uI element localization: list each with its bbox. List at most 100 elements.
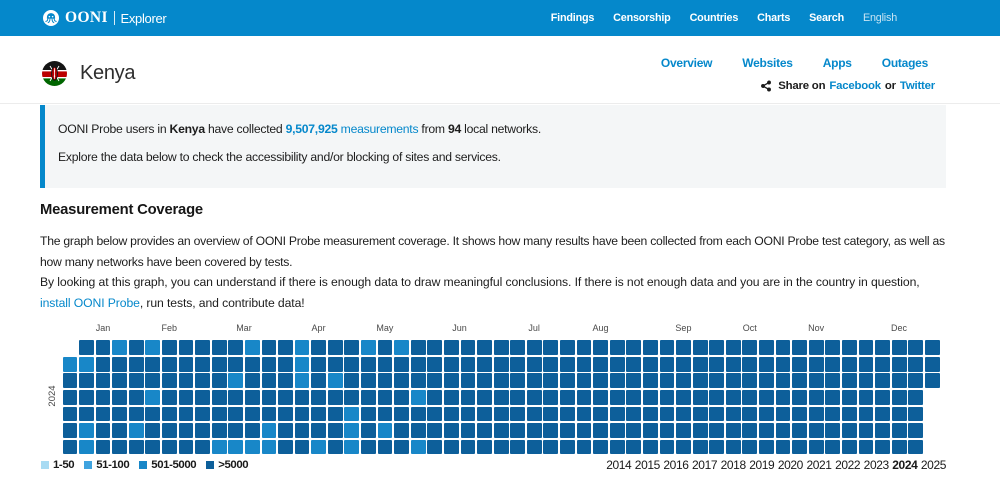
heatmap-cell <box>477 340 492 355</box>
heatmap-month-label: Jun <box>452 323 467 333</box>
heatmap-month-label: Aug <box>593 323 609 333</box>
heatmap-cell <box>510 390 525 405</box>
heatmap-cell <box>510 373 525 388</box>
year-option-2016[interactable]: 2016 <box>663 458 688 472</box>
heatmap-cell <box>378 340 393 355</box>
heatmap-cell <box>179 340 194 355</box>
heatmap-cell <box>792 423 807 438</box>
heatmap-cell <box>378 423 393 438</box>
heatmap-cell <box>577 440 592 455</box>
year-option-2022[interactable]: 2022 <box>835 458 860 472</box>
heatmap-cell <box>461 340 476 355</box>
heatmap-cell <box>262 340 277 355</box>
heatmap-month-label: Oct <box>743 323 757 333</box>
year-option-2021[interactable]: 2021 <box>806 458 831 472</box>
year-option-2019[interactable]: 2019 <box>749 458 774 472</box>
heatmap-cell <box>295 407 310 422</box>
heatmap-cell <box>626 340 641 355</box>
heatmap-cell <box>162 423 177 438</box>
brand-name: OONI <box>65 10 108 26</box>
language-selector[interactable]: English <box>863 13 897 24</box>
heatmap-cell <box>179 423 194 438</box>
heatmap-cell <box>742 407 757 422</box>
heatmap-cell <box>610 423 625 438</box>
ooni-logo-icon <box>43 10 59 26</box>
tab-overview[interactable]: Overview <box>661 56 712 70</box>
heatmap-cell <box>444 373 459 388</box>
heatmap-cell <box>411 423 426 438</box>
heatmap-cell <box>179 373 194 388</box>
heatmap-month-axis: JanFebMarAprMayJunJulAugSepOctNovDec <box>63 323 947 336</box>
heatmap-cell <box>510 340 525 355</box>
heatmap-cell <box>162 440 177 455</box>
heatmap-cell <box>792 373 807 388</box>
heatmap-cell <box>262 373 277 388</box>
heatmap-cell <box>825 357 840 372</box>
heatmap-cell <box>295 440 310 455</box>
heatmap-cell <box>825 340 840 355</box>
heatmap-cell <box>875 423 890 438</box>
heatmap-cell <box>361 440 376 455</box>
heatmap-cell <box>809 440 824 455</box>
nav-item-findings[interactable]: Findings <box>551 13 594 24</box>
heatmap-cell <box>195 390 210 405</box>
heatmap-cell <box>825 390 840 405</box>
heatmap-cell <box>427 373 442 388</box>
year-option-2025[interactable]: 2025 <box>921 458 946 472</box>
heatmap-cell <box>709 440 724 455</box>
heatmap-cell <box>212 423 227 438</box>
heatmap-cell <box>560 340 575 355</box>
heatmap-cell <box>660 357 675 372</box>
nav-item-countries[interactable]: Countries <box>690 13 739 24</box>
heatmap-cell <box>477 390 492 405</box>
share-facebook-link[interactable]: Facebook <box>829 80 881 92</box>
nav-item-search[interactable]: Search <box>809 13 844 24</box>
share-twitter-link[interactable]: Twitter <box>900 80 935 92</box>
heatmap-cell <box>726 357 741 372</box>
summary-network-count: 94 <box>448 122 461 136</box>
country-tabs: Overview Websites Apps Outages <box>631 56 928 70</box>
heatmap-cell <box>344 357 359 372</box>
heatmap-cell <box>527 373 542 388</box>
year-option-2023[interactable]: 2023 <box>864 458 889 472</box>
heatmap-cell <box>63 423 78 438</box>
heatmap-cell <box>825 407 840 422</box>
year-option-2024[interactable]: 2024 <box>892 458 917 472</box>
heatmap-cell <box>311 440 326 455</box>
year-option-2018[interactable]: 2018 <box>721 458 746 472</box>
nav-item-censorship[interactable]: Censorship <box>613 13 670 24</box>
heatmap-cell <box>477 423 492 438</box>
year-option-2015[interactable]: 2015 <box>635 458 660 472</box>
nav-item-charts[interactable]: Charts <box>757 13 790 24</box>
heatmap-cell <box>593 423 608 438</box>
measurements-link[interactable]: 9,507,925 measurements <box>286 122 419 136</box>
year-option-2014[interactable]: 2014 <box>606 458 631 472</box>
heatmap-cell <box>593 357 608 372</box>
install-ooni-probe-link[interactable]: install OONI Probe <box>40 296 140 310</box>
heatmap-cell <box>295 423 310 438</box>
tab-outages[interactable]: Outages <box>882 56 928 70</box>
heatmap-cell <box>643 390 658 405</box>
country-header-right: Overview Websites Apps Outages Share on … <box>631 56 946 92</box>
year-option-2017[interactable]: 2017 <box>692 458 717 472</box>
heatmap-cell <box>543 423 558 438</box>
tab-apps[interactable]: Apps <box>823 56 852 70</box>
heatmap-cell <box>394 423 409 438</box>
heatmap-cell <box>444 423 459 438</box>
ooni-explorer-brand[interactable]: OONI Explorer <box>43 10 166 26</box>
heatmap-cell <box>145 407 160 422</box>
heatmap-month-label: Apr <box>312 323 326 333</box>
heatmap-cell <box>676 340 691 355</box>
heatmap-cell <box>278 440 293 455</box>
heatmap-month-label: May <box>376 323 393 333</box>
heatmap-cell <box>112 357 127 372</box>
heatmap-cell <box>328 390 343 405</box>
year-option-2020[interactable]: 2020 <box>778 458 803 472</box>
heatmap-cell <box>610 390 625 405</box>
heatmap-cell <box>610 373 625 388</box>
heatmap-cell <box>776 340 791 355</box>
heatmap-cell <box>245 407 260 422</box>
heatmap-cell <box>809 340 824 355</box>
heatmap-cell <box>427 340 442 355</box>
tab-websites[interactable]: Websites <box>742 56 792 70</box>
